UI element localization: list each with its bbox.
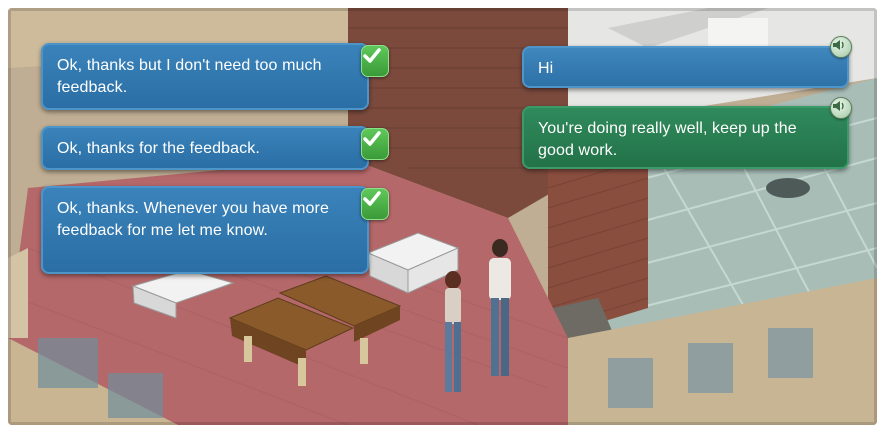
dialogue-option-2-text: Ok, thanks for the feedback. — [57, 140, 260, 157]
dialogue-option-3[interactable]: Ok, thanks. Whenever you have more feedb… — [41, 186, 369, 274]
dialogue-option-3-text: Ok, thanks. Whenever you have more feedb… — [57, 200, 329, 239]
checkmark-icon[interactable] — [361, 128, 389, 160]
dialogue-option-1[interactable]: Ok, thanks but I don't need too much fee… — [41, 43, 369, 110]
game-scene: Ok, thanks but I don't need too much fee… — [8, 8, 877, 425]
checkmark-icon[interactable] — [361, 45, 389, 77]
npc-line-greeting-text: Hi — [538, 60, 554, 77]
dialogue-option-2[interactable]: Ok, thanks for the feedback. — [41, 126, 369, 170]
game-frame: Ok, thanks but I don't need too much fee… — [0, 0, 885, 433]
speaker-icon[interactable] — [830, 97, 852, 119]
checkmark-icon[interactable] — [361, 188, 389, 220]
npc-line-greeting: Hi — [522, 46, 849, 88]
speaker-icon[interactable] — [830, 36, 852, 58]
npc-line-feedback: You're doing really well, keep up the go… — [522, 106, 849, 169]
npc-line-feedback-text: You're doing really well, keep up the go… — [538, 120, 797, 159]
dialogue-option-1-text: Ok, thanks but I don't need too much fee… — [57, 57, 322, 96]
